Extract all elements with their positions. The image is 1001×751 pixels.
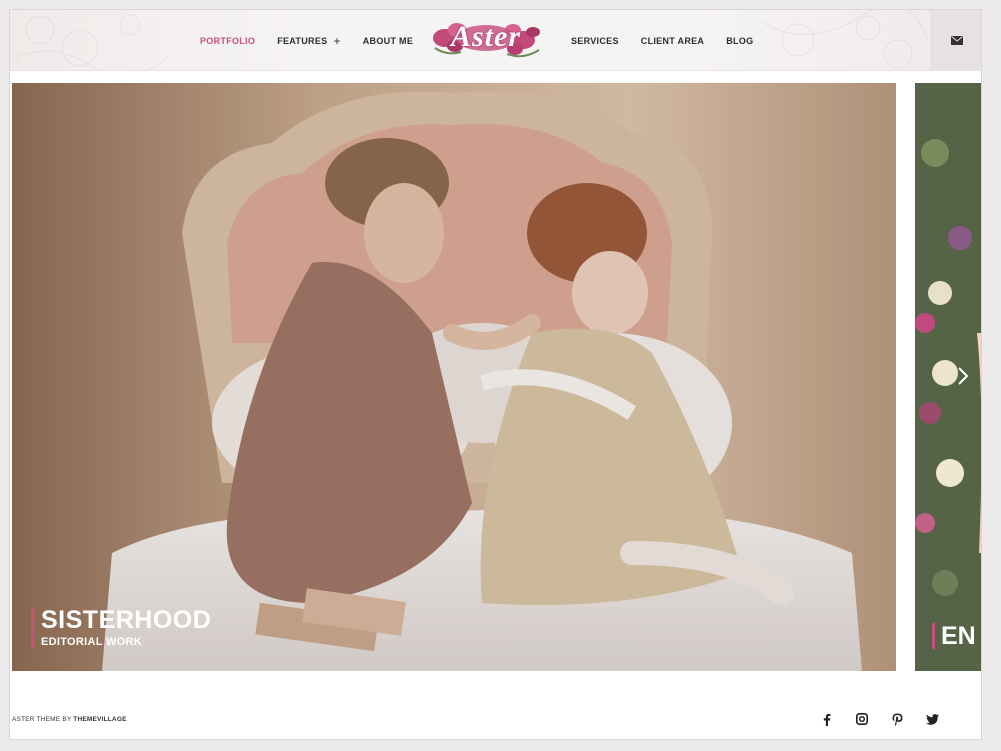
next-slide-title: EN bbox=[932, 623, 976, 649]
twitter-icon[interactable] bbox=[924, 711, 940, 727]
credit-brand-link[interactable]: THEMEVILLAGE bbox=[73, 716, 126, 723]
social-links bbox=[819, 711, 940, 727]
nav-client-area-label: CLIENT AREA bbox=[640, 35, 705, 46]
plus-icon: + bbox=[333, 33, 341, 48]
instagram-icon[interactable] bbox=[854, 711, 870, 727]
floral-pattern-right bbox=[758, 10, 928, 69]
nav-blog-label: BLOG bbox=[726, 35, 754, 46]
nav-client-area[interactable]: CLIENT AREA bbox=[641, 36, 704, 46]
contact-button[interactable] bbox=[930, 10, 981, 71]
chevron-right-icon[interactable] bbox=[952, 365, 974, 387]
site-logo[interactable]: Aster bbox=[427, 16, 545, 60]
nav-about-me-label: ABOUT ME bbox=[362, 35, 414, 46]
footer-credit: ASTER THEME BY THEMEVILLAGE bbox=[12, 716, 127, 723]
pinterest-icon[interactable] bbox=[889, 711, 905, 727]
slide-title: SISTERHOOD bbox=[41, 606, 212, 634]
primary-nav-left: PORTFOLIO FEATURES + ABOUT ME bbox=[200, 10, 413, 71]
nav-portfolio[interactable]: PORTFOLIO bbox=[200, 36, 255, 46]
envelope-icon bbox=[950, 36, 963, 45]
slide-sisterhood[interactable]: SISTERHOOD EDITORIAL WORK bbox=[12, 83, 896, 671]
primary-nav-right: SERVICES CLIENT AREA BLOG bbox=[571, 10, 753, 71]
nav-features-label: FEATURES bbox=[277, 35, 328, 46]
facebook-icon[interactable] bbox=[819, 711, 835, 727]
slide-caption: SISTERHOOD EDITORIAL WORK bbox=[31, 607, 211, 648]
nav-services[interactable]: SERVICES bbox=[571, 36, 619, 46]
logo-text: Aster bbox=[450, 20, 521, 53]
nav-about-me[interactable]: ABOUT ME bbox=[363, 36, 413, 46]
nav-services-label: SERVICES bbox=[571, 35, 619, 46]
site-footer: ASTER THEME BY THEMEVILLAGE bbox=[10, 678, 981, 739]
credit-prefix: ASTER THEME BY bbox=[12, 716, 72, 723]
nav-features[interactable]: FEATURES + bbox=[277, 35, 341, 47]
portfolio-slider: SISTERHOOD EDITORIAL WORK EN bbox=[12, 83, 981, 671]
nav-portfolio-label: PORTFOLIO bbox=[200, 35, 256, 46]
page-frame: PORTFOLIO FEATURES + ABOUT ME Aster SERVI… bbox=[9, 9, 982, 740]
nav-blog[interactable]: BLOG bbox=[726, 36, 753, 46]
slide-subtitle: EDITORIAL WORK bbox=[41, 636, 142, 648]
site-header: PORTFOLIO FEATURES + ABOUT ME Aster SERVI… bbox=[10, 10, 981, 71]
slide-photo bbox=[12, 83, 896, 671]
floral-pattern-left bbox=[10, 14, 171, 71]
